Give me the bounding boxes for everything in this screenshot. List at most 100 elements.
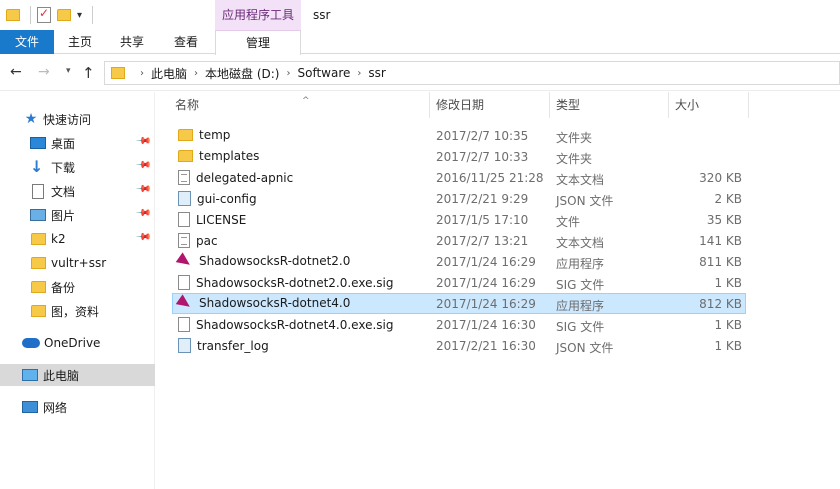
- file-size: 2 KB: [714, 192, 742, 206]
- breadcrumb-this-pc[interactable]: 此电脑: [151, 65, 187, 82]
- back-arrow-icon[interactable]: ←: [10, 64, 22, 80]
- file-row[interactable]: templates 2017/2/7 10:33 文件夹: [172, 146, 746, 167]
- breadcrumb-ssr[interactable]: ssr: [368, 66, 385, 80]
- column-header-name[interactable]: ^ 名称: [169, 92, 430, 118]
- file-type: 应用程序: [556, 299, 605, 313]
- file-type: SIG 文件: [556, 320, 605, 334]
- nav-network[interactable]: 网络: [0, 396, 155, 418]
- breadcrumb-software[interactable]: Software: [297, 66, 350, 80]
- cloud-icon: [22, 338, 40, 348]
- tab-view[interactable]: 查看: [160, 30, 212, 54]
- tab-share[interactable]: 共享: [108, 30, 156, 54]
- folder-icon: [111, 67, 125, 79]
- nav-item-documents[interactable]: 文档 📌: [0, 180, 155, 202]
- window-title: ssr: [313, 8, 331, 22]
- file-type: 文件夹: [556, 152, 593, 166]
- chevron-right-icon[interactable]: ›: [194, 68, 198, 79]
- file-type: 文件: [556, 215, 581, 229]
- file-date: 2016/11/25 21:28: [436, 171, 544, 185]
- text-file-icon: [178, 170, 190, 185]
- file-date: 2017/2/21 16:30: [436, 339, 536, 353]
- star-icon: ★: [24, 111, 38, 127]
- file-date: 2017/1/24 16:30: [436, 318, 536, 332]
- recent-locations-chevron-icon[interactable]: ▾: [66, 66, 71, 76]
- chevron-right-icon[interactable]: ›: [140, 68, 144, 79]
- tab-home[interactable]: 主页: [56, 30, 104, 54]
- tab-file[interactable]: 文件: [0, 30, 54, 54]
- pin-icon[interactable]: 📌: [134, 133, 151, 150]
- navigation-pane: ★ 快速访问 桌面 📌 ↓ 下载 📌 文档 📌 图片 📌 k2 📌 vultr+…: [0, 92, 155, 489]
- chevron-right-icon[interactable]: ›: [286, 68, 290, 79]
- up-arrow-icon[interactable]: ↑: [82, 64, 95, 82]
- pin-icon[interactable]: 📌: [134, 205, 151, 222]
- file-row-selected[interactable]: ShadowsocksR-dotnet4.0 2017/1/24 16:29 应…: [172, 293, 746, 314]
- application-tools-header: 应用程序工具: [215, 0, 301, 30]
- pin-icon[interactable]: 📌: [134, 229, 151, 246]
- file-type: JSON 文件: [556, 341, 614, 355]
- file-row[interactable]: gui-config 2017/2/21 9:29 JSON 文件 2 KB: [172, 188, 746, 209]
- file-row[interactable]: LICENSE 2017/1/5 17:10 文件 35 KB: [172, 209, 746, 230]
- file-date: 2017/2/7 10:35: [436, 129, 529, 143]
- customize-toolbar-dropdown-icon[interactable]: ▾: [77, 10, 82, 21]
- pin-icon[interactable]: 📌: [134, 181, 151, 198]
- file-size: 811 KB: [699, 255, 742, 269]
- nav-item-vultr-ssr[interactable]: vultr+ssr: [0, 252, 155, 274]
- breadcrumb-local-disk[interactable]: 本地磁盘 (D:): [205, 65, 279, 82]
- toolbar-divider: [92, 6, 94, 24]
- file-name: LICENSE: [196, 212, 247, 227]
- download-icon: ↓: [30, 157, 44, 176]
- nav-this-pc[interactable]: 此电脑: [0, 364, 155, 386]
- json-file-icon: [178, 191, 191, 206]
- file-row[interactable]: pac 2017/2/7 13:21 文本文档 141 KB: [172, 230, 746, 251]
- file-icon: [178, 212, 190, 227]
- file-size: 812 KB: [699, 297, 742, 311]
- tab-manage[interactable]: 管理: [215, 30, 301, 55]
- file-row[interactable]: delegated-apnic 2016/11/25 21:28 文本文档 32…: [172, 167, 746, 188]
- file-name: pac: [196, 233, 218, 248]
- column-header-size[interactable]: 大小: [669, 92, 749, 118]
- file-name: ShadowsocksR-dotnet2.0.exe.sig: [196, 275, 394, 290]
- file-name: ShadowsocksR-dotnet4.0: [199, 296, 351, 310]
- folder-icon: [178, 150, 193, 162]
- file-name: gui-config: [197, 191, 257, 206]
- nav-label: 下载: [51, 160, 76, 175]
- folder-icon[interactable]: [6, 9, 20, 21]
- nav-item-downloads[interactable]: ↓ 下载 📌: [0, 156, 155, 178]
- pin-icon[interactable]: 📌: [134, 157, 151, 174]
- file-type: SIG 文件: [556, 278, 605, 292]
- folder-icon: [31, 257, 46, 269]
- chevron-right-icon[interactable]: ›: [357, 68, 361, 79]
- nav-label: k2: [51, 232, 66, 246]
- file-name: temp: [199, 128, 231, 142]
- nav-item-pictures-docs[interactable]: 图，资料: [0, 300, 155, 322]
- nav-label: OneDrive: [44, 336, 101, 350]
- nav-onedrive[interactable]: OneDrive: [0, 332, 155, 354]
- address-bar[interactable]: › 此电脑 › 本地磁盘 (D:) › Software › ssr: [104, 61, 840, 85]
- nav-quick-access[interactable]: ★ 快速访问: [0, 108, 155, 130]
- file-row[interactable]: transfer_log 2017/2/21 16:30 JSON 文件 1 K…: [172, 335, 746, 356]
- column-header-date[interactable]: 修改日期: [430, 92, 550, 118]
- nav-label: vultr+ssr: [51, 256, 107, 270]
- file-row[interactable]: ShadowsocksR-dotnet2.0 2017/1/24 16:29 应…: [172, 251, 746, 272]
- text-file-icon: [178, 233, 190, 248]
- file-size: 35 KB: [706, 213, 742, 227]
- column-header-type[interactable]: 类型: [550, 92, 669, 118]
- file-date: 2017/1/24 16:29: [436, 255, 536, 269]
- nav-item-pictures[interactable]: 图片 📌: [0, 204, 155, 226]
- nav-item-desktop[interactable]: 桌面 📌: [0, 132, 155, 154]
- file-row[interactable]: ShadowsocksR-dotnet2.0.exe.sig 2017/1/24…: [172, 272, 746, 293]
- file-row[interactable]: temp 2017/2/7 10:35 文件夹: [172, 125, 746, 146]
- pictures-icon: [30, 209, 46, 221]
- file-name: delegated-apnic: [196, 170, 294, 185]
- new-folder-icon[interactable]: [57, 9, 71, 21]
- forward-arrow-icon[interactable]: →: [38, 64, 50, 80]
- nav-item-backup[interactable]: 备份: [0, 276, 155, 298]
- file-row[interactable]: ShadowsocksR-dotnet4.0.exe.sig 2017/1/24…: [172, 314, 746, 335]
- file-date: 2017/2/21 9:29: [436, 192, 529, 206]
- nav-item-k2[interactable]: k2 📌: [0, 228, 155, 250]
- quick-access-toolbar: ▾: [6, 6, 94, 24]
- nav-label: 网络: [43, 400, 68, 415]
- file-date: 2017/2/7 10:33: [436, 150, 529, 164]
- properties-icon[interactable]: [37, 6, 51, 23]
- file-type: 文件夹: [556, 131, 593, 145]
